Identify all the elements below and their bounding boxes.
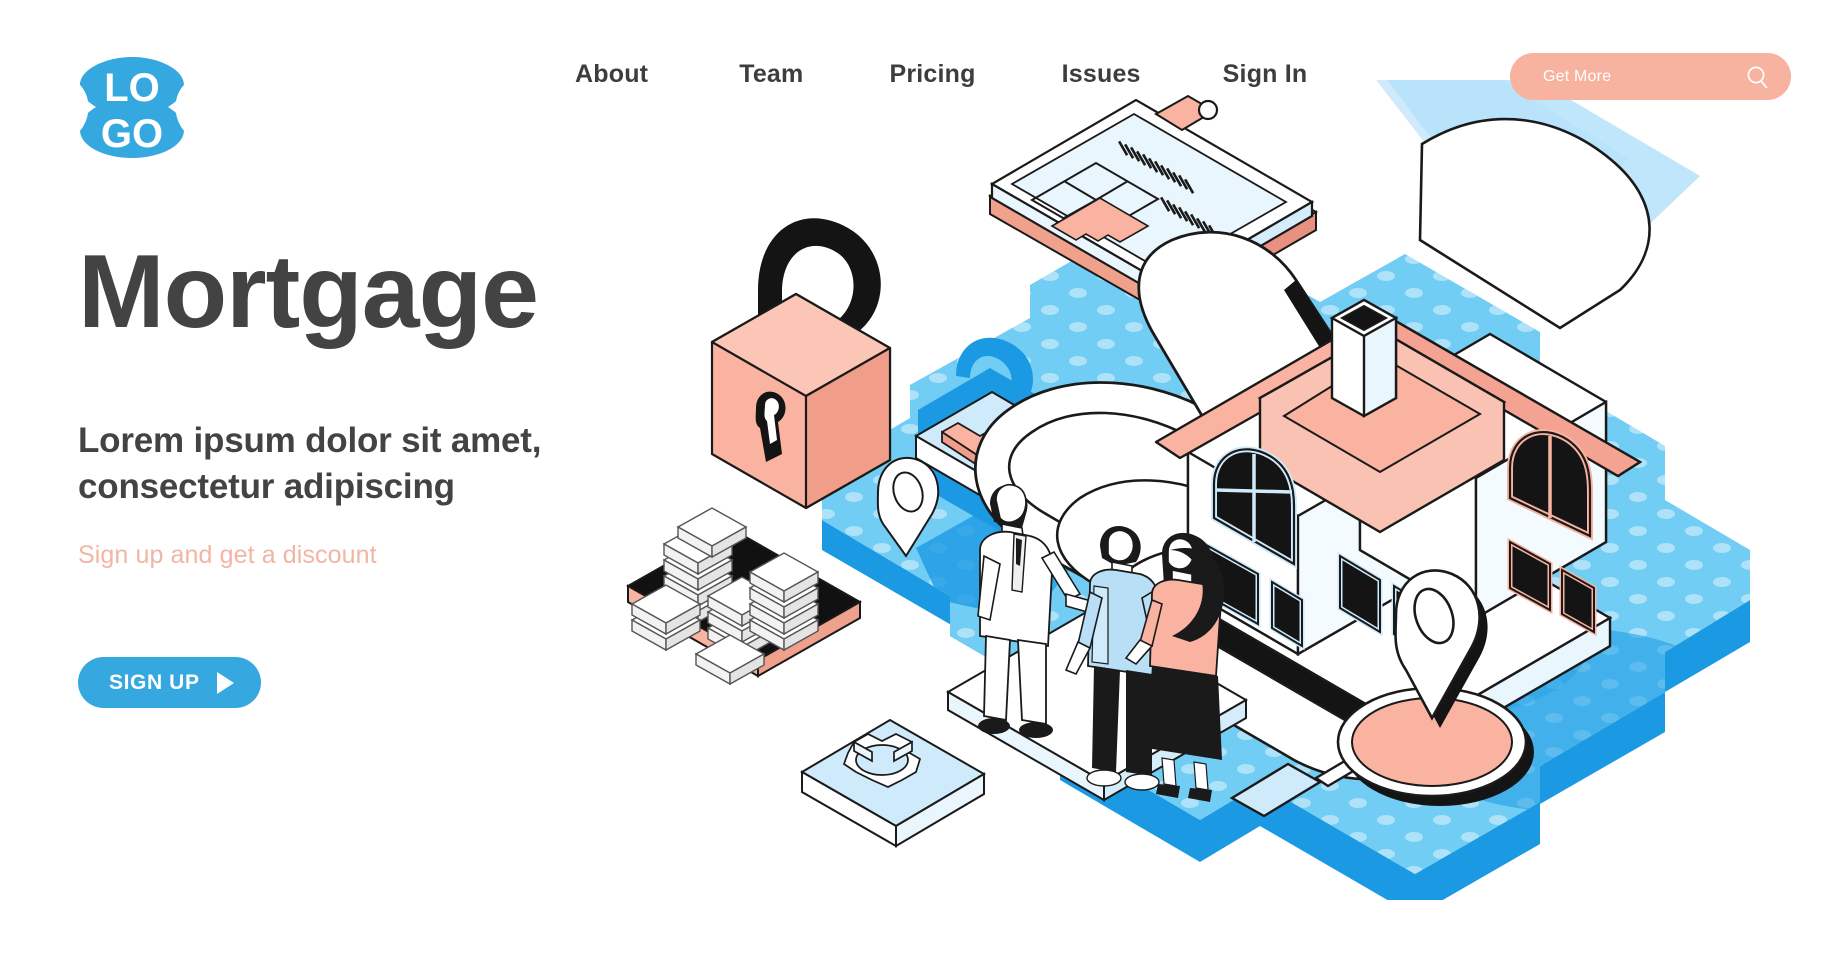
search-icon[interactable] <box>1745 64 1771 90</box>
page-title: Mortgage <box>78 234 539 350</box>
nav-item-sign-in[interactable]: Sign In <box>1223 56 1308 93</box>
sign-up-button-label: SIGN UP <box>109 670 200 694</box>
search-placeholder: Get More <box>1543 67 1612 85</box>
isometric-mortgage-scene <box>625 80 1750 900</box>
landing-page: LO GO About Team Pricing Issues Sign In … <box>0 0 1837 980</box>
hero-illustration <box>560 80 1830 900</box>
hero-subtitle: Lorem ipsum dolor sit amet, consectetur … <box>78 421 542 506</box>
svg-text:GO: GO <box>101 112 163 156</box>
search-box[interactable]: Get More <box>1510 53 1791 100</box>
logo-icon: LO GO <box>78 57 186 158</box>
sign-up-button[interactable]: SIGN UP <box>78 657 261 708</box>
main-nav: About Team Pricing Issues Sign In <box>575 56 1307 93</box>
play-triangle-icon <box>216 671 234 694</box>
nav-item-issues[interactable]: Issues <box>1062 56 1141 93</box>
logo[interactable]: LO GO <box>78 55 186 160</box>
svg-text:LO: LO <box>104 66 160 110</box>
nav-item-about[interactable]: About <box>575 56 648 93</box>
site-header: LO GO About Team Pricing Issues Sign In … <box>0 0 1837 160</box>
hero-section: Mortgage Lorem ipsum dolor sit amet, con… <box>78 240 718 708</box>
nav-item-team[interactable]: Team <box>739 56 803 93</box>
gear-tile <box>800 718 986 848</box>
padlock <box>710 218 892 510</box>
nav-item-pricing[interactable]: Pricing <box>889 56 975 93</box>
hero-discount-note: Sign up and get a discount <box>78 541 377 569</box>
